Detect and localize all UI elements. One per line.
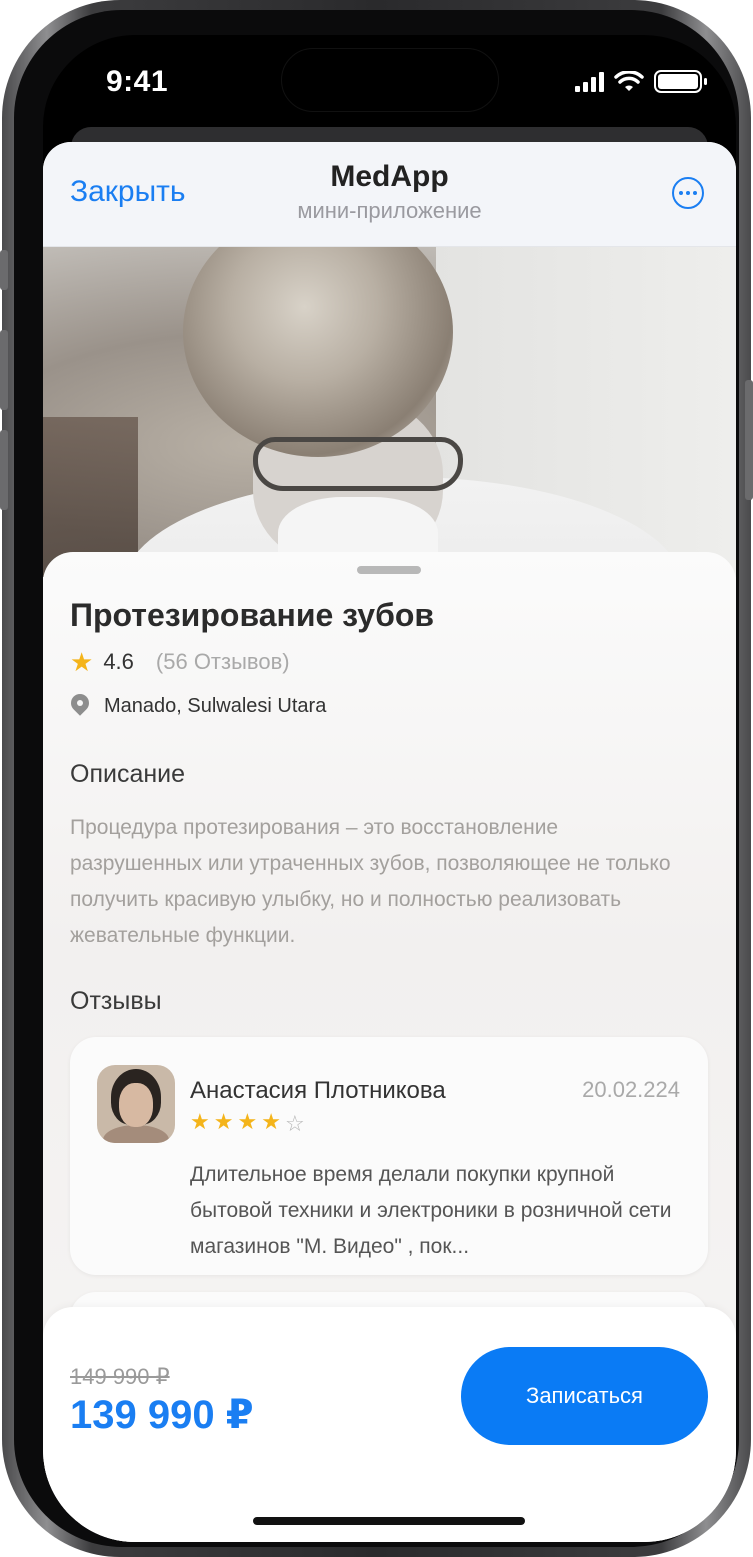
book-button[interactable]: Записаться bbox=[461, 1347, 708, 1445]
volume-up-button bbox=[0, 330, 8, 410]
current-price: 139 990 ₽ bbox=[70, 1393, 254, 1437]
mini-app-header: Закрыть MedApp мини-приложение bbox=[43, 142, 736, 247]
app-subtitle: мини-приложение bbox=[297, 198, 482, 223]
description-text: Процедура протезирования – это восстанов… bbox=[70, 816, 671, 947]
hero-image bbox=[43, 247, 736, 577]
review-stars: ★ ★ ★ ★ ☆ bbox=[190, 1111, 305, 1137]
reviews-heading: Отзывы bbox=[70, 987, 162, 1015]
location-pin-icon bbox=[70, 694, 90, 718]
volume-down-button bbox=[0, 430, 8, 510]
location-text: Manado, Sulwalesi Utara bbox=[104, 694, 327, 717]
wifi-icon bbox=[614, 70, 644, 91]
power-button bbox=[745, 380, 753, 500]
status-icons bbox=[575, 70, 707, 93]
star-filled-icon: ★ bbox=[213, 1109, 234, 1134]
action-button bbox=[0, 250, 8, 290]
screen: 9:41 Закрыть MedApp мини-приложение Прот… bbox=[43, 35, 736, 1542]
description-heading: Описание bbox=[70, 760, 186, 788]
ellipsis-circle-icon[interactable] bbox=[672, 177, 704, 209]
star-empty-icon: ☆ bbox=[284, 1111, 305, 1136]
review-text: Длительное время делали покупки крупной … bbox=[190, 1163, 672, 1258]
star-filled-icon: ★ bbox=[237, 1109, 258, 1134]
avatar bbox=[97, 1065, 175, 1143]
bezel: 9:41 Закрыть MedApp мини-приложение Прот… bbox=[14, 10, 739, 1547]
battery-icon bbox=[654, 70, 707, 93]
reviewer-name: Анастасия Плотникова bbox=[190, 1077, 446, 1104]
rating-value: 4.6 bbox=[103, 649, 134, 674]
dynamic-island bbox=[281, 48, 499, 112]
star-filled-icon: ★ bbox=[261, 1109, 281, 1134]
old-price: 149 990 ₽ bbox=[70, 1364, 170, 1389]
app-title: MedApp bbox=[330, 160, 449, 193]
review-card[interactable]: Анастасия Плотникова 20.02.224 ★ ★ ★ ★ ☆ Дли… bbox=[70, 1037, 708, 1275]
location-row: Manado, Sulwalesi Utara bbox=[70, 694, 326, 718]
home-indicator bbox=[253, 1517, 525, 1525]
rating-row: ★ 4.6 (56 Отзывов) bbox=[70, 649, 290, 675]
booking-bar: 149 990 ₽ 139 990 ₽ Записаться bbox=[43, 1307, 736, 1542]
star-filled-icon: ★ bbox=[190, 1109, 210, 1134]
review-date: 20.02.224 bbox=[582, 1077, 680, 1102]
status-time: 9:41 bbox=[106, 65, 169, 98]
reviews-count[interactable]: (56 Отзывов) bbox=[156, 649, 290, 675]
service-title: Протезирование зубов bbox=[70, 597, 435, 633]
cellular-signal-icon bbox=[575, 71, 604, 92]
sheet-grabber[interactable] bbox=[357, 566, 421, 574]
star-icon: ★ bbox=[70, 647, 94, 677]
mini-app-sheet: Закрыть MedApp мини-приложение Протезиро… bbox=[43, 142, 736, 1542]
phone-frame: 9:41 Закрыть MedApp мини-приложение Прот… bbox=[0, 0, 753, 1557]
